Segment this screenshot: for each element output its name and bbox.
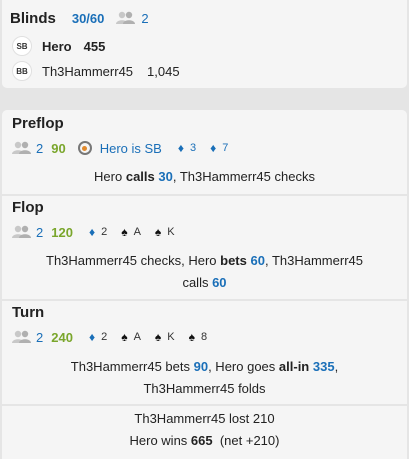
action-amount: 30 — [158, 169, 173, 184]
preflop-meta: 2 90 Hero is SB ♦ 3 ♦ 7 — [12, 139, 228, 157]
blinds-header: Blinds 30/60 2 — [10, 8, 149, 28]
board-card: ♠ K — [155, 225, 175, 239]
board-card: ♦ 2 — [89, 330, 107, 344]
turn-meta: 2 240 ♦ 2 ♠ A ♠ K ♠ 8 — [12, 328, 207, 346]
spade-icon: ♠ — [188, 330, 195, 344]
action-text: , — [334, 359, 339, 374]
player-stack: 1,045 — [147, 63, 180, 79]
card-rank: K — [167, 226, 175, 238]
players-icon — [12, 330, 32, 344]
hand-history-panel: Preflop 2 90 Hero is SB ♦ 3 ♦ 7 Hero calls… — [2, 110, 407, 459]
players-icon — [116, 11, 136, 25]
action-text: Th3Hammerr45 folds — [143, 381, 266, 396]
hero-position-label: Hero is SB — [99, 140, 162, 156]
action-text: , Th3Hammerr45 checks — [172, 169, 315, 184]
card-rank: A — [133, 226, 141, 238]
player-count: 2 — [36, 329, 44, 345]
hole-card: ♦ 3 — [178, 141, 196, 155]
player-row-bb: BB Th3Hammerr45 1,045 — [12, 61, 180, 81]
action-text: , Th3Hammerr45 — [264, 253, 363, 268]
blinds-panel: Blinds 30/60 2 SB Hero 455 BB Th3Hammerr… — [2, 0, 407, 88]
hand-result: Th3Hammerr45 lost 210 Hero wins 665 (net … — [12, 408, 397, 452]
board-card: ♠ A — [121, 225, 141, 239]
pot-amount: 120 — [51, 224, 73, 240]
flop-meta: 2 120 ♦ 2 ♠ A ♠ K — [12, 223, 175, 241]
card-rank: 2 — [101, 331, 108, 343]
card-rank: 7 — [222, 142, 229, 154]
spade-icon: ♠ — [154, 225, 162, 239]
action-text: Th3Hammerr45 bets — [70, 359, 194, 374]
action-amount: 90 — [193, 359, 209, 374]
result-net: (net +210) — [212, 433, 280, 448]
diamond-icon: ♦ — [177, 141, 184, 155]
player-count: 2 — [36, 140, 44, 156]
action-text: Th3Hammerr45 checks, Hero — [46, 253, 221, 268]
target-icon — [77, 141, 92, 155]
player-count: 2 — [36, 224, 44, 240]
diamond-icon: ♦ — [210, 141, 217, 155]
spade-icon: ♠ — [121, 225, 128, 239]
player-stack: 455 — [83, 38, 106, 54]
player-name[interactable]: Hero — [42, 39, 72, 54]
card-rank: 8 — [201, 331, 208, 343]
board-card: ♠ K — [155, 330, 175, 344]
preflop-action: Hero calls 30, Th3Hammerr45 checks — [12, 166, 397, 188]
turn-action: Th3Hammerr45 bets 90, Hero goes all-in 3… — [12, 356, 397, 400]
card-rank: 2 — [101, 226, 108, 238]
section-divider — [2, 194, 407, 196]
section-divider — [2, 404, 407, 406]
pot-amount: 240 — [51, 329, 73, 345]
player-count: 2 — [141, 10, 149, 26]
board-card: ♦ 2 — [89, 225, 107, 239]
board-card: ♠ 8 — [189, 330, 208, 344]
hero-position: Hero is SB — [77, 140, 162, 156]
action-verb: all-in — [278, 359, 310, 374]
position-badge-sb: SB — [12, 36, 32, 56]
spade-icon: ♠ — [121, 330, 128, 344]
action-amount: 60 — [212, 275, 227, 290]
card-rank: K — [167, 331, 175, 343]
blinds-amount: 30/60 — [71, 10, 105, 26]
blinds-title: Blinds — [10, 9, 56, 27]
diamond-icon: ♦ — [88, 330, 96, 344]
section-divider — [2, 299, 407, 301]
result-text: Hero wins — [129, 433, 191, 448]
action-verb: calls — [125, 169, 155, 184]
flop-action: Th3Hammerr45 checks, Hero bets 60, Th3Ha… — [12, 250, 397, 294]
diamond-icon: ♦ — [88, 225, 96, 239]
player-name[interactable]: Th3Hammerr45 — [42, 64, 133, 79]
board-card: ♠ A — [121, 330, 141, 344]
position-badge-bb: BB — [12, 61, 32, 81]
action-text: , Hero goes — [208, 359, 279, 374]
player-row-sb: SB Hero 455 — [12, 36, 105, 56]
result-loss: Th3Hammerr45 lost 210 — [134, 411, 275, 426]
action-text: Hero — [94, 169, 126, 184]
players-icon — [12, 225, 32, 239]
preflop-title: Preflop — [12, 115, 64, 132]
action-verb: bets — [220, 253, 247, 268]
card-rank: 3 — [189, 142, 197, 154]
hole-card: ♦ 7 — [210, 141, 228, 155]
spade-icon: ♠ — [154, 330, 162, 344]
action-text: calls — [182, 275, 213, 290]
flop-title: Flop — [12, 199, 44, 216]
card-rank: A — [133, 331, 141, 343]
result-amount: 665 — [190, 433, 213, 448]
players-icon — [12, 141, 32, 155]
turn-title: Turn — [12, 304, 45, 321]
action-amount: 335 — [312, 359, 335, 374]
pot-amount: 90 — [51, 140, 66, 156]
action-amount: 60 — [250, 253, 265, 268]
